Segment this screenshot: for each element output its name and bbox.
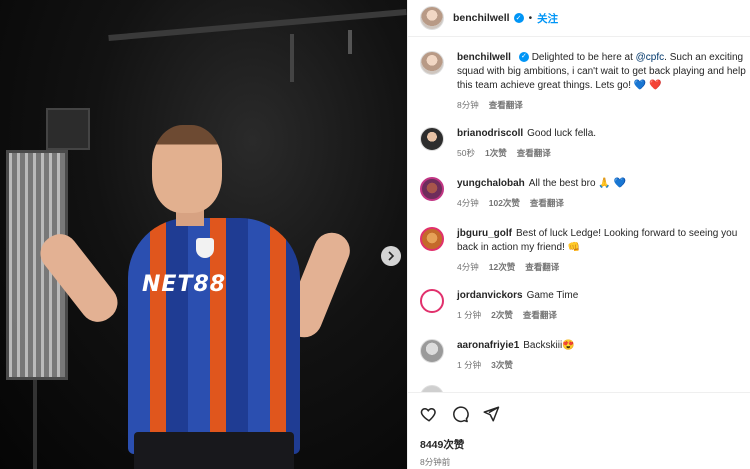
comment-username[interactable]: yungchalobah (457, 178, 525, 189)
club-crest (196, 238, 214, 258)
separator: • (528, 12, 533, 24)
player-jersey (128, 218, 300, 454)
studio-light (46, 108, 90, 150)
comment-list[interactable]: benchilwell ✓ Delighted to be here at @cp… (408, 37, 750, 392)
caption-emoji: 💙 ❤️ (633, 80, 662, 91)
avatar[interactable] (420, 227, 444, 251)
caption: benchilwell ✓ Delighted to be here at @cp… (420, 51, 746, 111)
caption-text: Delighted to be here at (531, 52, 636, 63)
comment-username[interactable]: brianodriscoll (457, 128, 523, 139)
list-item (420, 385, 746, 392)
player-head (152, 125, 222, 213)
send-icon[interactable] (482, 405, 500, 423)
comment-username[interactable]: jbguru_golf (457, 228, 512, 239)
avatar[interactable] (420, 385, 444, 392)
lighting-rig-arm (290, 34, 294, 82)
translate-link[interactable]: 查看翻译 (517, 147, 551, 159)
jersey-sponsor: NET88 (142, 272, 227, 297)
player-shorts (134, 432, 294, 469)
post-header: benchilwell ✓ • 关注 (408, 0, 750, 37)
comment-time: 50秒 (457, 148, 475, 158)
comment-likes[interactable]: 3次赞 (491, 359, 513, 371)
comment-text: Good luck fella. (527, 128, 597, 139)
caption-username[interactable]: benchilwell (457, 52, 511, 63)
avatar[interactable] (420, 339, 444, 363)
list-item: yungchalobah All the best bro 🙏 💙 4分钟 102… (420, 177, 746, 209)
chevron-right-icon (388, 251, 395, 261)
verified-badge-icon: ✓ (513, 13, 524, 23)
post-photo[interactable]: NET88 (0, 0, 407, 469)
mention-link[interactable]: @cpfc (636, 52, 665, 63)
comment-username[interactable]: aaronafriyie1 (457, 340, 519, 351)
like-count[interactable]: 8449次赞 (420, 437, 739, 452)
post-timestamp: 8分钟前 (420, 457, 451, 467)
list-item: jbguru_golf Best of luck Ledge! Looking f… (420, 227, 746, 273)
list-item: jordanvickors Game Time 1 分钟 2次赞 查看翻译 (420, 289, 746, 321)
avatar[interactable] (420, 51, 444, 75)
comment-text: Backskiii😍 (523, 340, 575, 351)
comment-time: 8分钟 (457, 100, 479, 110)
comment-icon[interactable] (451, 405, 469, 423)
comment-time: 4分钟 (457, 198, 479, 208)
heart-icon[interactable] (420, 405, 438, 423)
comment-likes[interactable]: 1次赞 (485, 147, 507, 159)
author-username[interactable]: benchilwell (453, 12, 510, 24)
comment-username[interactable]: jordanvickors (457, 290, 523, 301)
comment-text: Game Time (526, 290, 579, 301)
comment-likes[interactable]: 102次赞 (489, 197, 520, 209)
translate-link[interactable]: 查看翻译 (489, 99, 523, 111)
lighting-rig-arm (348, 30, 352, 54)
list-item: brianodriscoll Good luck fella. 50秒 1次赞 查… (420, 127, 746, 159)
post-actions: 8449次赞 8分钟前 (408, 392, 750, 469)
translate-link[interactable]: 查看翻译 (525, 261, 559, 273)
avatar[interactable] (420, 289, 444, 313)
avatar[interactable] (420, 177, 444, 201)
avatar[interactable] (420, 127, 444, 151)
follow-button[interactable]: 关注 (537, 11, 558, 26)
comment-likes[interactable]: 2次赞 (491, 309, 513, 321)
comment-time: 4分钟 (457, 262, 479, 272)
post-side-panel: benchilwell ✓ • 关注 benchilwell ✓ Delighte… (407, 0, 750, 469)
list-item: aaronafriyie1 Backskiii😍 1 分钟 3次赞 (420, 339, 746, 371)
next-photo-button[interactable] (381, 246, 401, 266)
comment-text: All the best bro 🙏 💙 (528, 178, 626, 189)
comment-time: 1 分钟 (457, 310, 482, 320)
avatar[interactable] (420, 6, 444, 30)
comment-likes[interactable]: 12次赞 (489, 261, 515, 273)
verified-badge-icon: ✓ (518, 52, 529, 63)
comment-time: 1 分钟 (457, 360, 482, 370)
light-stand (33, 380, 37, 469)
translate-link[interactable]: 查看翻译 (530, 197, 564, 209)
translate-link[interactable]: 查看翻译 (523, 309, 557, 321)
lighting-rig (108, 8, 407, 42)
